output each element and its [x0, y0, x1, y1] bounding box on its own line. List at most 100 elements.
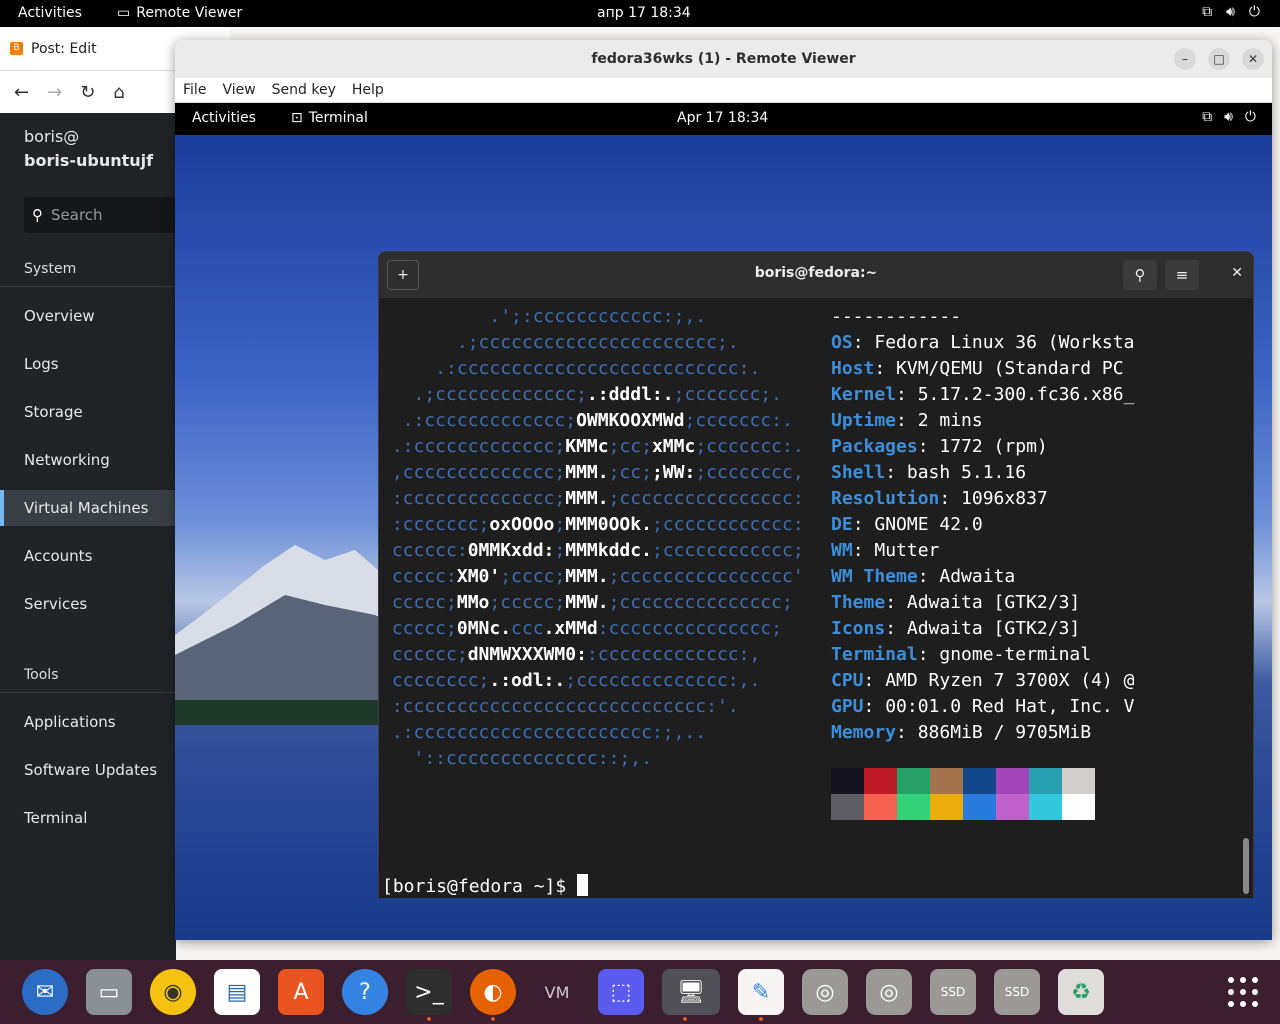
info-key: GPU [831, 696, 864, 717]
maximize-button[interactable]: □ [1208, 48, 1230, 70]
reload-icon[interactable]: ↻ [80, 82, 95, 103]
palette-swatch [930, 768, 963, 794]
window-controls: – □ ✕ [1174, 48, 1264, 70]
search-button[interactable]: ⚲ [1123, 260, 1157, 290]
window-title[interactable]: fedora36wks (1) - Remote Viewer [175, 40, 1272, 78]
section-system: System [24, 261, 77, 277]
remote-viewer-window: fedora36wks (1) - Remote Viewer – □ ✕ File… [175, 40, 1272, 940]
writer-icon[interactable]: ▤ [214, 969, 260, 1015]
activities-button[interactable]: Activities [18, 5, 82, 21]
show-apps-icon[interactable] [1228, 977, 1258, 1007]
menu-help[interactable]: Help [352, 78, 384, 102]
close-icon[interactable]: ✕ [1231, 265, 1243, 281]
search-input[interactable]: ⚲ Search [24, 197, 176, 233]
help-icon[interactable]: ? [342, 969, 388, 1015]
home-icon[interactable]: ⌂ [113, 82, 124, 103]
palette-swatch [963, 768, 996, 794]
forward-icon[interactable]: → [47, 82, 62, 103]
terminal-body[interactable]: .';:cccccccccccc:;,. .;ccccccccccccccccc… [379, 298, 1253, 898]
info-key: Memory [831, 722, 897, 743]
shell-prompt[interactable]: [boris@fedora ~]$ [382, 874, 589, 897]
power-icon: ⏻ [1244, 109, 1256, 125]
info-key: WM [831, 540, 853, 561]
info-key: Theme [831, 592, 886, 613]
system-tray[interactable]: ⧉ 🔊︎ ⏻ [1202, 4, 1260, 20]
sidebar-item-services[interactable]: Services [0, 586, 176, 622]
thunderbird-icon[interactable]: ✉ [22, 969, 68, 1015]
app-menu[interactable]: ▭ Remote Viewer [117, 5, 242, 21]
browser-nav: ← → ↻ ⌂ [0, 71, 180, 113]
palette-swatch [897, 794, 930, 820]
guest-display[interactable]: Activities ⊡ Terminal Apr 17 18:34 ⧉ 🔊︎ ⏻ b… [175, 103, 1272, 940]
sidebar-item-storage[interactable]: Storage [0, 394, 176, 430]
menu-button[interactable]: ≡ [1165, 260, 1199, 290]
info-key: WM Theme [831, 566, 918, 587]
info-value: : KVM/QEMU (Standard PC [874, 358, 1124, 379]
section-tools: Tools [24, 667, 59, 683]
power-icon: ⏻ [1248, 4, 1260, 20]
sidebar-item-networking[interactable]: Networking [0, 442, 176, 478]
sidebar-item-terminal[interactable]: Terminal [0, 800, 176, 836]
guest-clock[interactable]: Apr 17 18:34 [677, 110, 768, 126]
files-icon[interactable]: ▭ [86, 969, 132, 1015]
info-key: DE [831, 514, 853, 535]
info-key: Uptime [831, 410, 897, 431]
info-value: : Fedora Linux 36 (Worksta [852, 332, 1135, 353]
terminal-icon[interactable]: >_ [406, 969, 452, 1021]
disc-icon[interactable]: ◎ [802, 969, 848, 1015]
menu-send-key[interactable]: Send key [272, 78, 336, 102]
guest-app-menu[interactable]: ⊡ Terminal [291, 110, 368, 126]
new-tab-button[interactable]: + [387, 260, 419, 290]
divider [0, 286, 176, 287]
palette-swatch [930, 794, 963, 820]
back-icon[interactable]: ← [14, 82, 29, 103]
remote-viewer-icon[interactable]: 🖥︎ [662, 969, 720, 1021]
terminal-header: boris@fedora:~ + ⚲ ≡ ✕ [379, 252, 1253, 298]
palette-swatch [1029, 794, 1062, 820]
sidebar-item-logs[interactable]: Logs [0, 346, 176, 382]
system-info: ------------ OS: Fedora Linux 36 (Workst… [831, 304, 1134, 746]
terminal-icon: ⊡ [291, 110, 303, 126]
info-value: : 1772 (rpm) [917, 436, 1048, 457]
screenshot-icon[interactable]: ⬚ [598, 969, 644, 1015]
menu-view[interactable]: View [222, 78, 255, 102]
menu-file[interactable]: File [183, 78, 206, 102]
ssd-drive-icon[interactable]: SSD [930, 969, 976, 1015]
info-key: Terminal [831, 644, 918, 665]
info-key: Host [831, 358, 875, 379]
network-icon: ⧉ [1202, 4, 1213, 20]
info-key: Kernel [831, 384, 897, 405]
sidebar-item-accounts[interactable]: Accounts [0, 538, 176, 574]
close-button[interactable]: ✕ [1242, 48, 1264, 70]
host-top-bar: Activities ▭ Remote Viewer апр 17 18:34 ⧉… [0, 0, 1280, 27]
info-value: : 5.17.2-300.fc36.x86_ [896, 384, 1135, 405]
host-switcher[interactable]: boris@ boris-ubuntujf [24, 125, 153, 173]
palette-swatch [831, 794, 864, 820]
sidebar-item-virtual-machines[interactable]: Virtual Machines [0, 490, 176, 526]
trash-icon[interactable]: ♻ [1058, 969, 1104, 1015]
info-value: : Adwaita [917, 566, 1016, 587]
info-key: Resolution [831, 488, 940, 509]
sidebar-item-overview[interactable]: Overview [0, 298, 176, 334]
virt-manager-icon[interactable]: VM [534, 969, 580, 1015]
app-center-icon[interactable]: A [278, 969, 324, 1015]
guest-activities[interactable]: Activities [192, 110, 256, 126]
network-icon: ⧉ [1202, 109, 1213, 125]
sidebar-item-applications[interactable]: Applications [0, 704, 176, 740]
guest-app-label: Terminal [308, 110, 368, 126]
palette-swatch [1062, 794, 1095, 820]
ssd-drive-icon[interactable]: SSD [994, 969, 1040, 1015]
firefox-icon[interactable]: ◐ [470, 969, 516, 1021]
rhythmbox-icon[interactable]: ◉ [150, 969, 196, 1015]
minimize-button[interactable]: – [1174, 48, 1196, 70]
text-editor-icon[interactable]: ✎ [738, 969, 784, 1021]
info-key: OS [831, 332, 853, 353]
sidebar-item-software-updates[interactable]: Software Updates [0, 752, 176, 788]
palette-swatch [831, 768, 864, 794]
guest-tray[interactable]: ⧉ 🔊︎ ⏻ [1202, 109, 1256, 125]
info-key: CPU [831, 670, 864, 691]
disc-icon[interactable]: ◎ [866, 969, 912, 1015]
clock[interactable]: апр 17 18:34 [597, 5, 691, 21]
scrollbar[interactable] [1243, 838, 1249, 894]
divider [0, 692, 176, 693]
